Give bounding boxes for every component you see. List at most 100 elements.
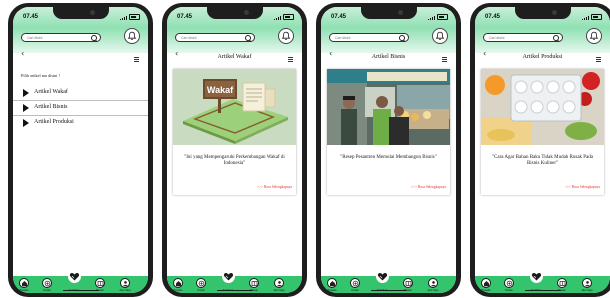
camera-icon [243, 10, 249, 15]
nav-kontribusi-button[interactable] [68, 270, 81, 283]
nav-kontribusi-button[interactable] [530, 270, 543, 283]
status-icons [119, 14, 140, 20]
nav-home-button[interactable] [19, 278, 29, 288]
nav-kontribusi-button[interactable] [376, 270, 389, 283]
book-icon [405, 281, 412, 286]
camera-icon [551, 10, 557, 15]
home-indicator [62, 289, 99, 291]
user-icon [585, 281, 590, 287]
nav-donasi-button[interactable] [504, 278, 514, 288]
back-button[interactable]: ‹ [329, 49, 332, 58]
notification-button[interactable] [124, 28, 140, 44]
home-icon [484, 281, 489, 287]
search-input[interactable] [176, 34, 245, 41]
page-title: Artikel Produksi [522, 54, 563, 60]
list-item-wakaf[interactable]: Artikel Wakaf [13, 86, 148, 101]
play-triangle-icon [23, 119, 29, 127]
user-icon [431, 281, 436, 287]
wakaf-illustration: Wakaf [173, 69, 296, 145]
phone-frame-1: 07.45 ‹ Pilih artikel mu disini ! Artike… [8, 3, 153, 297]
nav-kontribusi-button[interactable] [222, 270, 235, 283]
list-item-label: Artikel Wakaf [34, 89, 68, 95]
book-icon [251, 281, 258, 286]
menu-icon[interactable] [134, 57, 139, 63]
bottom-nav: Beranda Donasi Kontribusi Bacaan Akun Sa… [13, 270, 148, 293]
article-headline: "Cara Agar Bahan Baku Tidak Mudah Rusak … [491, 155, 594, 166]
article-card[interactable]: Wakaf "Ini yang Mempengaruhi Perkembanga… [173, 69, 296, 195]
nav-home-button[interactable] [173, 278, 183, 288]
camera-notch [52, 7, 109, 19]
list-item-produksi[interactable]: Artikel Produksi [13, 116, 148, 130]
list-item-label: Artikel Produksi [34, 119, 74, 125]
nav-donasi-button[interactable] [350, 278, 360, 288]
article-card[interactable]: "Cara Agar Bahan Baku Tidak Mudah Rusak … [481, 69, 604, 195]
search-bar[interactable] [175, 33, 255, 42]
list-item-bisnis[interactable]: Artikel Bisnis [13, 101, 148, 116]
home-indicator [370, 289, 407, 291]
signal-icon [119, 14, 127, 20]
nav-home-button[interactable] [481, 278, 491, 288]
search-bar[interactable] [329, 33, 409, 42]
search-input[interactable] [484, 34, 553, 41]
nav-akun-button[interactable] [120, 278, 130, 288]
search-icon[interactable] [91, 35, 97, 41]
menu-icon[interactable] [288, 57, 293, 63]
home-icon [22, 281, 27, 287]
nav-bacaan-button[interactable] [403, 278, 413, 288]
menu-icon[interactable] [442, 57, 447, 63]
notification-button[interactable] [586, 28, 602, 44]
back-button[interactable]: ‹ [483, 49, 486, 58]
wakaf-sign-text: Wakaf [207, 85, 234, 95]
read-more-link[interactable]: >>> Baca Selengkapnya [257, 185, 292, 189]
app-header: 07.45 [475, 7, 610, 53]
search-icon[interactable] [399, 35, 405, 41]
back-button[interactable]: ‹ [175, 49, 178, 58]
book-icon [97, 281, 104, 286]
search-bar[interactable] [21, 33, 101, 42]
read-more-link[interactable]: >>> Baca Selengkapnya [565, 185, 600, 189]
nav-akun-label: Akun Saya [273, 289, 285, 292]
phone-frame-2: 07.45 ‹ Artikel Wakaf [162, 3, 307, 297]
app-header: 07.45 [167, 7, 302, 53]
camera-notch [360, 7, 417, 19]
nav-home-label: Beranda [173, 289, 183, 292]
search-input[interactable] [330, 34, 399, 41]
back-button[interactable]: ‹ [21, 49, 24, 58]
nav-bacaan-button[interactable] [249, 278, 259, 288]
bottom-nav: Beranda Donasi Kontribusi Bacaan Akun Sa… [167, 270, 302, 293]
notification-button[interactable] [432, 28, 448, 44]
nav-donasi-label: Donasi [197, 289, 205, 292]
donate-icon [352, 280, 359, 287]
camera-icon [397, 10, 403, 15]
nav-akun-button[interactable] [274, 278, 284, 288]
nav-bacaan-button[interactable] [95, 278, 105, 288]
screen-artikel-wakaf: 07.45 ‹ Artikel Wakaf [167, 7, 302, 293]
screen-artikel-bisnis: 07.45 ‹ Artikel Bisnis [321, 7, 456, 293]
nav-donasi-label: Donasi [505, 289, 513, 292]
battery-icon [283, 14, 294, 20]
notification-button[interactable] [278, 28, 294, 44]
nav-donasi-button[interactable] [42, 278, 52, 288]
battery-icon [591, 14, 602, 20]
menu-icon[interactable] [596, 57, 601, 63]
nav-akun-button[interactable] [582, 278, 592, 288]
camera-icon [89, 10, 95, 15]
camera-notch [514, 7, 571, 19]
status-icons [427, 14, 448, 20]
article-card[interactable]: "Resep Pesantren Memulai Membangun Bisni… [327, 69, 450, 195]
search-bar[interactable] [483, 33, 563, 42]
nav-donasi-button[interactable] [196, 278, 206, 288]
camera-notch [206, 7, 263, 19]
heart-hands-icon [69, 272, 80, 281]
read-more-link[interactable]: >>> Baca Selengkapnya [411, 185, 446, 189]
search-input[interactable] [22, 34, 91, 41]
nav-akun-button[interactable] [428, 278, 438, 288]
search-icon[interactable] [553, 35, 559, 41]
signal-icon [273, 14, 281, 20]
nav-home-button[interactable] [327, 278, 337, 288]
bell-icon [127, 31, 137, 40]
search-icon[interactable] [245, 35, 251, 41]
nav-donasi-label: Donasi [351, 289, 359, 292]
nav-bacaan-button[interactable] [557, 278, 567, 288]
status-icons [273, 14, 294, 20]
